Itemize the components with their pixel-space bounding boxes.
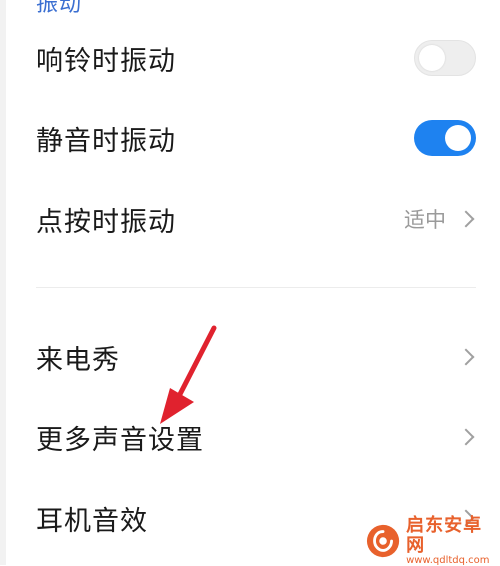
watermark-name: 启东安卓网: [406, 514, 483, 556]
row-label: 静音时振动: [36, 125, 176, 157]
watermark: 启东安卓网 www.qdltdq.com: [366, 514, 496, 566]
watermark-url: www.qdltdq.com: [406, 555, 490, 566]
chevron-right-icon: [457, 210, 475, 228]
haptic-level-value: 适中: [404, 208, 446, 232]
row-label: 更多声音设置: [36, 424, 204, 456]
watermark-logo-icon: [366, 524, 400, 558]
vibrate-on-silent-toggle[interactable]: [414, 120, 476, 156]
chevron-right-icon: [457, 428, 475, 446]
row-label: 耳机音效: [36, 505, 148, 537]
chevron-right-icon: [457, 348, 475, 366]
row-vibrate-on-ring[interactable]: 响铃时振动: [36, 28, 476, 88]
row-haptic-feedback[interactable]: 点按时振动 适中: [36, 189, 476, 249]
vibrate-on-ring-toggle[interactable]: [414, 40, 476, 76]
row-vibrate-on-silent[interactable]: 静音时振动: [36, 108, 476, 168]
toggle-knob: [445, 125, 471, 151]
row-label: 点按时振动: [36, 206, 176, 238]
row-more-sound-settings[interactable]: 更多声音设置: [36, 407, 476, 467]
section-header-vibration: 振动: [36, 0, 83, 17]
toggle-knob: [419, 45, 445, 71]
row-label: 来电秀: [36, 344, 120, 376]
section-divider: [36, 287, 476, 288]
row-caller-show[interactable]: 来电秀: [36, 327, 476, 387]
left-edge-strip: [0, 0, 6, 565]
row-label: 响铃时振动: [36, 45, 176, 77]
